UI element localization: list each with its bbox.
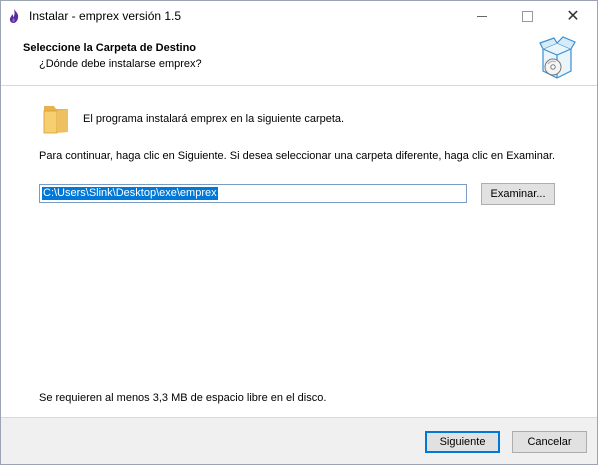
maximize-icon — [521, 10, 533, 22]
destination-path-value: C:\Users\Slink\Desktop\exe\emprex — [42, 187, 218, 200]
window-title: Instalar - emprex versión 1.5 — [29, 9, 182, 23]
cancel-button[interactable]: Cancelar — [512, 431, 587, 453]
maximize-button[interactable] — [504, 1, 550, 31]
installer-window: Instalar - emprex versión 1.5 ✕ Seleccio… — [0, 0, 598, 465]
title-bar: Instalar - emprex versión 1.5 ✕ — [1, 1, 597, 31]
instructions-text: Para continuar, haga clic en Siguiente. … — [39, 150, 556, 162]
flame-icon — [9, 9, 19, 23]
next-button[interactable]: Siguiente — [425, 431, 500, 453]
destination-path-input[interactable]: C:\Users\Slink\Desktop\exe\emprex — [39, 184, 467, 203]
minimize-icon — [477, 15, 487, 17]
close-button[interactable]: ✕ — [550, 1, 596, 31]
browse-button[interactable]: Examinar... — [481, 183, 555, 205]
wizard-footer: Siguiente Cancelar — [1, 418, 597, 464]
folder-icon — [43, 106, 68, 134]
minimize-button[interactable] — [459, 1, 505, 31]
close-icon: ✕ — [566, 8, 580, 25]
wizard-header: Seleccione la Carpeta de Destino ¿Dónde … — [1, 31, 597, 84]
page-subtitle: ¿Dónde debe instalarse emprex? — [39, 58, 202, 70]
page-title: Seleccione la Carpeta de Destino — [23, 42, 197, 54]
header-divider — [1, 85, 597, 86]
disk-space-text: Se requieren al menos 3,3 MB de espacio … — [39, 392, 327, 404]
destination-intro-text: El programa instalará emprex en la sigui… — [83, 113, 345, 125]
install-box-disc-icon — [539, 36, 576, 79]
